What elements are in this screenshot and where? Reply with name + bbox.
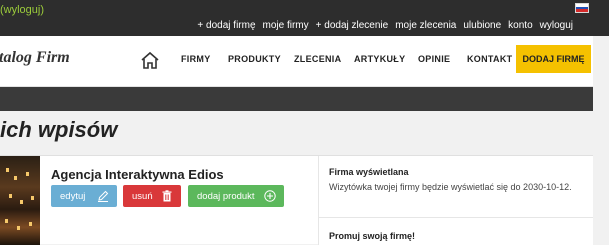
nav-produkty[interactable]: PRODUKTY xyxy=(228,54,281,64)
add-order-link[interactable]: + dodaj zlecenie xyxy=(316,20,389,31)
user-links: + dodaj firmę moje firmy + dodaj zleceni… xyxy=(197,20,573,31)
russian-flag-icon[interactable] xyxy=(575,3,589,13)
my-orders-link[interactable]: moje zlecenia xyxy=(395,20,456,31)
main-navbar: talog Firm FIRMY PRODUKTY ZLECENIA ARTYK… xyxy=(0,36,609,87)
listing-status-panel: Firma wyświetlana Wizytówka twojej firmy… xyxy=(318,156,594,245)
my-companies-link[interactable]: moje firmy xyxy=(263,20,309,31)
company-name[interactable]: Agencja Interaktywna Edios xyxy=(51,167,224,182)
edit-button-label: edytuj xyxy=(60,190,86,202)
add-product-button[interactable]: dodaj produkt xyxy=(188,185,284,207)
nav-opinie[interactable]: OPINIE xyxy=(418,54,450,64)
nav-artykuly[interactable]: ARTYKUŁY xyxy=(354,54,405,64)
company-listing-card: Agencja Interaktywna Edios edytuj usuń d… xyxy=(0,155,594,245)
company-thumbnail[interactable] xyxy=(0,156,40,245)
add-company-link[interactable]: + dodaj firmę xyxy=(197,20,255,31)
page-title: ich wpisów xyxy=(0,117,118,142)
pencil-icon xyxy=(98,190,109,202)
promote-heading[interactable]: Promuj swoją firmę! xyxy=(329,231,415,241)
status-text: Wizytówka twojej firmy będzie wyświetlać… xyxy=(329,182,572,192)
header-band xyxy=(0,87,609,111)
plus-circle-icon xyxy=(264,190,276,202)
scrollbar-track[interactable] xyxy=(593,36,609,244)
delete-button[interactable]: usuń xyxy=(123,185,181,207)
add-company-button[interactable]: DODAJ FIRMĘ xyxy=(516,45,591,73)
nav-zlecenia[interactable]: ZLECENIA xyxy=(294,54,341,64)
status-heading: Firma wyświetlana xyxy=(329,167,409,177)
nav-kontakt[interactable]: KONTAKT xyxy=(467,54,512,64)
nav-firmy[interactable]: FIRMY xyxy=(181,54,211,64)
panel-divider xyxy=(319,217,594,218)
account-link[interactable]: konto xyxy=(508,20,532,31)
delete-button-label: usuń xyxy=(132,190,153,202)
home-icon[interactable] xyxy=(140,51,160,69)
top-bar: (wyloguj) + dodaj firmę moje firmy + dod… xyxy=(0,0,609,36)
logout-link[interactable]: wyloguj xyxy=(540,20,573,31)
logout-link-top[interactable]: (wyloguj) xyxy=(0,4,44,16)
favorites-link[interactable]: ulubione xyxy=(463,20,501,31)
add-product-button-label: dodaj produkt xyxy=(197,190,255,202)
edit-button[interactable]: edytuj xyxy=(51,185,117,207)
trash-icon xyxy=(162,190,172,202)
site-logo[interactable]: talog Firm xyxy=(0,49,70,67)
